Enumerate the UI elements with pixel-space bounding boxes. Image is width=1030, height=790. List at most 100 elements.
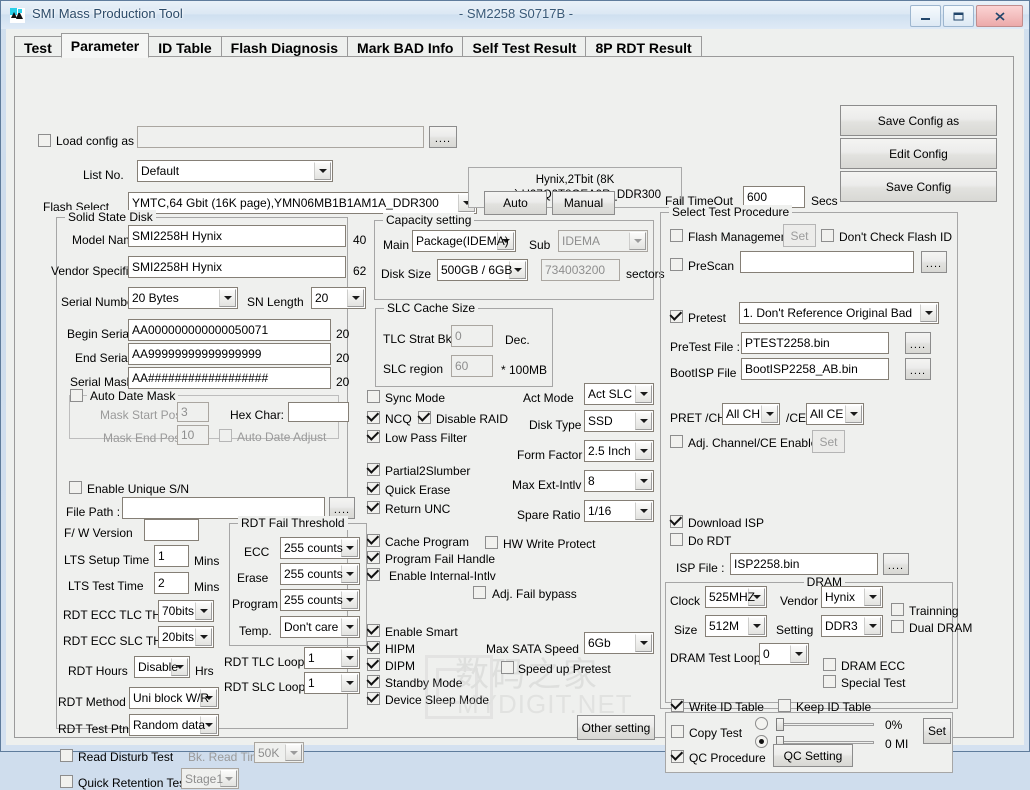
prescan-browse-button[interactable]: .... bbox=[921, 251, 947, 273]
bk-read-times-select[interactable]: 50K bbox=[254, 742, 304, 763]
program-fail-handle-checkbox[interactable] bbox=[367, 551, 380, 564]
speed-up-pretest-checkbox[interactable] bbox=[501, 661, 514, 674]
form-factor-select[interactable]: 2.5 Inch bbox=[584, 440, 654, 462]
tab-mark-bad-info[interactable]: Mark BAD Info bbox=[347, 36, 464, 58]
prescan-checkbox[interactable] bbox=[670, 258, 683, 271]
write-id-table-checkbox[interactable] bbox=[671, 699, 684, 712]
dram-ecc-checkbox[interactable] bbox=[823, 658, 836, 671]
capacity-main-select[interactable]: Package(IDEMA) bbox=[412, 230, 516, 252]
tab-self-test-result[interactable]: Self Test Result bbox=[462, 36, 587, 58]
flash-select-select[interactable]: YMTC,64 Gbit (16K page),YMN06MB1B1AM1A_D… bbox=[128, 192, 477, 214]
chevron-down-icon[interactable] bbox=[341, 674, 358, 692]
tab-8p-rdt-result[interactable]: 8P RDT Result bbox=[585, 36, 702, 58]
hw-write-protect-checkbox[interactable] bbox=[485, 536, 498, 549]
tab-flash-diagnosis[interactable]: Flash Diagnosis bbox=[220, 36, 349, 58]
close-button[interactable] bbox=[976, 5, 1023, 27]
isp-file-input[interactable]: ISP2258.bin bbox=[730, 553, 878, 575]
low-pass-filter-checkbox[interactable] bbox=[367, 430, 380, 443]
disable-raid-checkbox[interactable] bbox=[418, 411, 431, 424]
chevron-down-icon[interactable] bbox=[635, 412, 652, 430]
tab-parameter[interactable]: Parameter bbox=[60, 33, 150, 58]
tlc-strat-bk-input[interactable]: 0 bbox=[451, 325, 493, 347]
rdt-program-select[interactable]: 255 counts bbox=[280, 589, 360, 611]
trainning-checkbox[interactable] bbox=[891, 603, 904, 616]
rdt-method-select[interactable]: Uni block W/R bbox=[129, 687, 219, 709]
keep-id-table-checkbox[interactable] bbox=[778, 699, 791, 712]
auto-date-adjust-checkbox[interactable] bbox=[219, 429, 232, 442]
pretest-file-browse-button[interactable]: .... bbox=[905, 332, 931, 354]
chevron-down-icon[interactable] bbox=[314, 162, 331, 180]
dram-clock-select[interactable]: 525MHZ bbox=[705, 586, 767, 608]
act-mode-select[interactable]: Act SLC bbox=[584, 383, 654, 405]
disk-size-select[interactable]: 500GB / 6GB bbox=[437, 259, 528, 281]
serial-mask-input[interactable]: AA################## bbox=[128, 367, 331, 389]
dram-size-select[interactable]: 512M bbox=[705, 615, 767, 637]
dipm-checkbox[interactable] bbox=[367, 658, 380, 671]
auto-date-mask-checkbox[interactable] bbox=[70, 389, 83, 402]
enable-smart-checkbox[interactable] bbox=[367, 624, 380, 637]
chevron-down-icon[interactable] bbox=[347, 289, 364, 307]
begin-serial-input[interactable]: AA000000000000050071 bbox=[128, 319, 331, 341]
mask-end-pos-input[interactable]: 10 bbox=[177, 425, 209, 445]
pretest-checkbox[interactable] bbox=[670, 310, 683, 323]
load-config-checkbox[interactable] bbox=[38, 134, 51, 147]
set-button[interactable]: Set bbox=[923, 718, 951, 744]
copy-test-checkbox[interactable] bbox=[671, 725, 684, 738]
spare-ratio-select[interactable]: 1/16 bbox=[584, 500, 654, 522]
flash-management-checkbox[interactable] bbox=[670, 229, 683, 242]
dont-check-flash-id-checkbox[interactable] bbox=[821, 229, 834, 242]
isp-file-browse-button[interactable]: .... bbox=[883, 553, 909, 575]
dram-test-loop-select[interactable]: 0 bbox=[759, 643, 809, 665]
do-rdt-checkbox[interactable] bbox=[670, 533, 683, 546]
enable-internal-intlv-checkbox[interactable] bbox=[367, 568, 380, 581]
bootisp-file-input[interactable]: BootISP2258_AB.bin bbox=[741, 358, 889, 380]
return-unc-checkbox[interactable] bbox=[367, 501, 380, 514]
max-sata-speed-select[interactable]: 6Gb bbox=[584, 632, 654, 654]
capacity-sub-select[interactable]: IDEMA bbox=[558, 230, 648, 252]
cache-program-checkbox[interactable] bbox=[367, 534, 380, 547]
tab-test[interactable]: Test bbox=[14, 36, 62, 58]
percent-slider-thumb[interactable] bbox=[776, 718, 784, 731]
adj-channel-ce-enable-checkbox[interactable] bbox=[670, 435, 683, 448]
rdt-test-ptn-select[interactable]: Random data bbox=[129, 714, 219, 736]
dual-dram-checkbox[interactable] bbox=[891, 620, 904, 633]
chevron-down-icon[interactable] bbox=[790, 645, 807, 663]
enable-unique-sn-checkbox[interactable] bbox=[69, 481, 82, 494]
chevron-down-icon[interactable] bbox=[635, 502, 652, 520]
ncq-checkbox[interactable] bbox=[367, 411, 380, 424]
sn-length-select[interactable]: 20 bbox=[311, 287, 366, 309]
quick-retention-test-checkbox[interactable] bbox=[60, 775, 73, 788]
partial2slumber-checkbox[interactable] bbox=[367, 463, 380, 476]
rdt-ecc-slc-th-select[interactable]: 20bits bbox=[158, 626, 214, 648]
rdt-hours-select[interactable]: Disable bbox=[134, 656, 190, 678]
mi-radio[interactable] bbox=[755, 735, 768, 748]
lts-setup-time-input[interactable]: 1 bbox=[154, 545, 189, 567]
quick-retention-stage-select[interactable]: Stage1 bbox=[181, 768, 239, 789]
pretest-select[interactable]: 1. Don't Reference Original Bad bbox=[739, 302, 939, 324]
list-no-select[interactable]: Default bbox=[137, 160, 333, 182]
hipm-checkbox[interactable] bbox=[367, 641, 380, 654]
rdt-temp-select[interactable]: Don't care bbox=[280, 616, 360, 638]
qc-setting-button[interactable]: QC Setting bbox=[773, 744, 853, 767]
edit-config-button[interactable]: Edit Config bbox=[840, 138, 997, 169]
dram-vendor-select[interactable]: Hynix bbox=[821, 586, 883, 608]
save-config-button[interactable]: Save Config bbox=[840, 171, 997, 202]
model-name-input[interactable]: SMI2258H Hynix bbox=[128, 225, 346, 247]
pretest-file-input[interactable]: PTEST2258.bin bbox=[741, 332, 889, 354]
end-serial-input[interactable]: AA99999999999999999 bbox=[128, 343, 331, 365]
flash-management-set-button[interactable]: Set bbox=[783, 224, 816, 247]
pret-ch-select[interactable]: All CH bbox=[722, 403, 780, 425]
chevron-down-icon[interactable] bbox=[341, 649, 358, 667]
hex-char-input[interactable] bbox=[288, 402, 349, 422]
percent-slider[interactable] bbox=[776, 718, 874, 731]
load-config-input[interactable] bbox=[137, 126, 424, 148]
max-ext-intlv-select[interactable]: 8 bbox=[584, 470, 654, 492]
percent-radio[interactable] bbox=[755, 717, 768, 730]
adj-fail-bypass-checkbox[interactable] bbox=[473, 586, 486, 599]
device-sleep-mode-checkbox[interactable] bbox=[367, 692, 380, 705]
rdt-slc-loops-select[interactable]: 1 bbox=[304, 672, 360, 694]
lts-test-time-input[interactable]: 2 bbox=[154, 572, 189, 594]
minimize-button[interactable] bbox=[910, 5, 941, 27]
rdt-erase-select[interactable]: 255 counts bbox=[280, 563, 360, 585]
bootisp-file-browse-button[interactable]: .... bbox=[905, 358, 931, 380]
